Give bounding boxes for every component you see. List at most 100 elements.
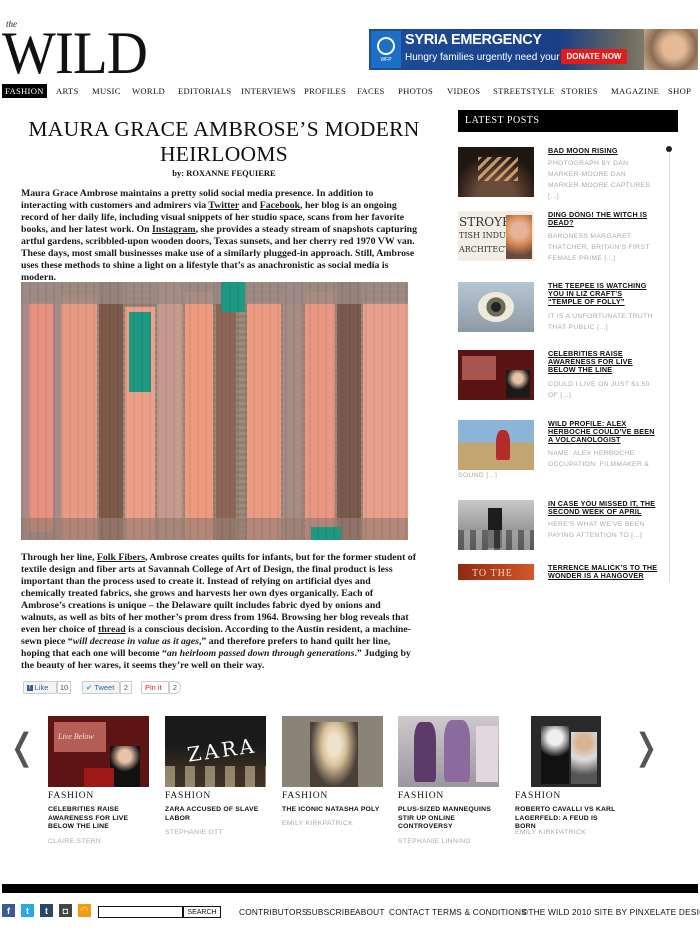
- carousel-author[interactable]: EMILY KIRKPATRICK: [282, 820, 387, 827]
- carousel-image[interactable]: [531, 716, 601, 787]
- ad-title: SYRIA EMERGENCY: [405, 32, 542, 48]
- nav-streetstyle[interactable]: STREETSTYLE: [493, 84, 555, 98]
- nav-arts[interactable]: ARTS: [56, 84, 79, 98]
- carousel-category[interactable]: FASHION: [48, 791, 94, 801]
- footer-copyright: ©THE WILD 2010: [522, 907, 592, 917]
- pin-label: Pin it: [145, 683, 162, 692]
- nav-world[interactable]: WORLD: [132, 84, 165, 98]
- pin-count: 2: [169, 681, 181, 694]
- latest-post-excerpt-cont: SOUND [...]: [458, 472, 498, 479]
- facebook-icon[interactable]: f: [2, 904, 15, 917]
- latest-post-excerpt: PHOTOGRAPH BY DAN MARKER-MOORE DAN MARKE…: [548, 160, 651, 200]
- latest-post-title[interactable]: CELEBRITIES RAISE AWARENESS FOR LIVE BEL…: [548, 350, 658, 374]
- nav-fashion[interactable]: FASHION: [2, 84, 47, 98]
- facebook-icon: f: [27, 684, 33, 691]
- nav-profiles[interactable]: PROFILES: [304, 84, 346, 98]
- carousel-image[interactable]: Live Below: [48, 716, 149, 787]
- twitter-bird-icon: ✔: [86, 683, 93, 692]
- nav-videos[interactable]: VIDEOS: [447, 84, 480, 98]
- latest-post-thumb[interactable]: [458, 350, 534, 400]
- carousel-image[interactable]: ZARA: [165, 716, 266, 787]
- carousel-image[interactable]: [398, 716, 499, 787]
- carousel-prev-arrow-icon[interactable]: ❬: [7, 728, 37, 768]
- carousel-title[interactable]: ZARA ACCUSED OF SLAVE LABOR: [165, 806, 270, 823]
- p1-text-b: and: [239, 200, 260, 211]
- p2-quote-1: will decrease in value as it ages: [72, 636, 199, 647]
- carousel-next-arrow-icon[interactable]: ❭: [631, 728, 661, 768]
- nav-music[interactable]: MUSIC: [92, 84, 121, 98]
- latest-post-title[interactable]: DING DONG! THE WITCH IS DEAD?: [548, 211, 658, 227]
- p2-text-a: Through her line,: [21, 552, 97, 563]
- folk-fibers-link[interactable]: Folk Fibers: [97, 552, 145, 563]
- footer-link-contact[interactable]: CONTACT: [389, 907, 430, 917]
- nav-magazine[interactable]: MAGAZINE: [611, 84, 659, 98]
- carousel-title[interactable]: THE ICONIC NATASHA POLY: [282, 806, 387, 815]
- tumblr-icon[interactable]: t: [40, 904, 53, 917]
- p2-quote-2: an heirloom passed down through generati…: [166, 648, 355, 659]
- footer-link-about[interactable]: ABOUT: [355, 907, 385, 917]
- latest-post-title[interactable]: IN CASE YOU MISSED IT, THE SECOND WEEK O…: [548, 500, 658, 516]
- quilt-photo: [21, 282, 408, 540]
- carousel-image-text: ZARA: [185, 733, 259, 767]
- instagram-link[interactable]: Instagram: [152, 224, 196, 235]
- carousel-author[interactable]: CLAIRE STERN: [48, 838, 153, 845]
- carousel-image-text: Live Below: [58, 732, 94, 741]
- article-paragraph-1: Maura Grace Ambrose maintains a pretty s…: [21, 188, 417, 284]
- article-byline: by: ROXANNE FEQUIERE: [172, 168, 276, 178]
- footer-link-terms[interactable]: TERMS & CONDITIONS: [432, 907, 527, 917]
- latest-post-thumb[interactable]: [458, 282, 534, 332]
- instagram-icon[interactable]: ◘: [59, 904, 72, 917]
- footer-link-contributors[interactable]: CONTRIBUTORS: [239, 907, 308, 917]
- site-logo[interactable]: WILD: [2, 18, 148, 88]
- latest-post-thumb[interactable]: [458, 147, 534, 197]
- carousel-image[interactable]: [282, 716, 383, 787]
- latest-post-thumb[interactable]: [458, 500, 534, 550]
- latest-post-title[interactable]: THE TEEPEE IS WATCHING YOU IN LIZ CRAFT’…: [548, 282, 658, 306]
- carousel-author[interactable]: STEPHANIE LINNING: [398, 838, 503, 845]
- wfp-banner-ad[interactable]: WFP SYRIA EMERGENCY Hungry families urge…: [369, 29, 698, 70]
- sidebar-scrollbar-track[interactable]: [669, 146, 670, 582]
- latest-post-title[interactable]: WILD PROFILE: ALEX HERBOCHE COULD’VE BEE…: [548, 420, 658, 444]
- carousel-category[interactable]: FASHION: [398, 791, 444, 801]
- latest-post-excerpt: BARONESS MARGARET THATCHER, BRITAIN’S FI…: [548, 233, 650, 262]
- facebook-link[interactable]: Facebook: [260, 200, 300, 211]
- latest-post-title[interactable]: TERRENCE MALICK’S TO THE WONDER IS A HAN…: [548, 564, 658, 580]
- nav-interviews[interactable]: INTERVIEWS: [241, 84, 296, 98]
- globe-icon: [377, 36, 395, 55]
- latest-post-thumb[interactable]: [458, 420, 534, 470]
- rss-icon[interactable]: ◠: [78, 904, 91, 917]
- footer-link-site-by[interactable]: SITE BY PINXELATE DESIGN: [594, 907, 700, 917]
- footer-search-input[interactable]: [98, 906, 183, 918]
- thread-link[interactable]: thread: [98, 624, 126, 635]
- nav-shop[interactable]: SHOP: [668, 84, 691, 98]
- carousel-title[interactable]: ROBERTO CAVALLI VS KARL LAGERFELD: A FEU…: [515, 806, 620, 832]
- pinterest-button[interactable]: Pin it: [141, 681, 169, 694]
- carousel-author[interactable]: EMILY KIRKPATRICK: [515, 829, 620, 836]
- tweet-button[interactable]: ✔ Tweet: [82, 681, 120, 694]
- carousel-category[interactable]: FASHION: [515, 791, 561, 801]
- like-count: 10: [57, 681, 71, 694]
- latest-post-thumb[interactable]: TO THE: [458, 564, 534, 580]
- nav-photos[interactable]: PHOTOS: [398, 84, 433, 98]
- twitter-link[interactable]: Twitter: [208, 200, 239, 211]
- carousel-category[interactable]: FASHION: [165, 791, 211, 801]
- wfp-logo: WFP: [371, 31, 401, 68]
- carousel-title[interactable]: CELEBRITIES RAISE AWARENESS FOR LIVE BEL…: [48, 806, 153, 832]
- carousel-title[interactable]: PLUS-SIZED MANNEQUINS STIR UP ONLINE CON…: [398, 806, 503, 832]
- nav-faces[interactable]: FACES: [357, 84, 385, 98]
- thumb-text: TO THE: [472, 568, 513, 579]
- donate-now-button[interactable]: DONATE NOW: [561, 49, 627, 64]
- sidebar-scrollbar-handle[interactable]: [666, 146, 672, 152]
- ad-photo: [644, 29, 698, 70]
- like-label: Like: [34, 683, 49, 692]
- latest-post-title[interactable]: BAD MOON RISING: [548, 147, 658, 155]
- latest-post-thumb[interactable]: STROYER TISH INDUS ARCHITECT: [458, 211, 534, 261]
- facebook-like-button[interactable]: f Like: [23, 681, 57, 694]
- carousel-category[interactable]: FASHION: [282, 791, 328, 801]
- nav-editorials[interactable]: EDITORIALS: [178, 84, 231, 98]
- footer-search-button[interactable]: SEARCH: [183, 906, 221, 918]
- carousel-author[interactable]: STEPHANIE OTT: [165, 829, 270, 836]
- nav-stories[interactable]: STORIES: [561, 84, 598, 98]
- footer-link-subscribe[interactable]: SUBSCRIBE: [306, 907, 356, 917]
- twitter-icon[interactable]: t: [21, 904, 34, 917]
